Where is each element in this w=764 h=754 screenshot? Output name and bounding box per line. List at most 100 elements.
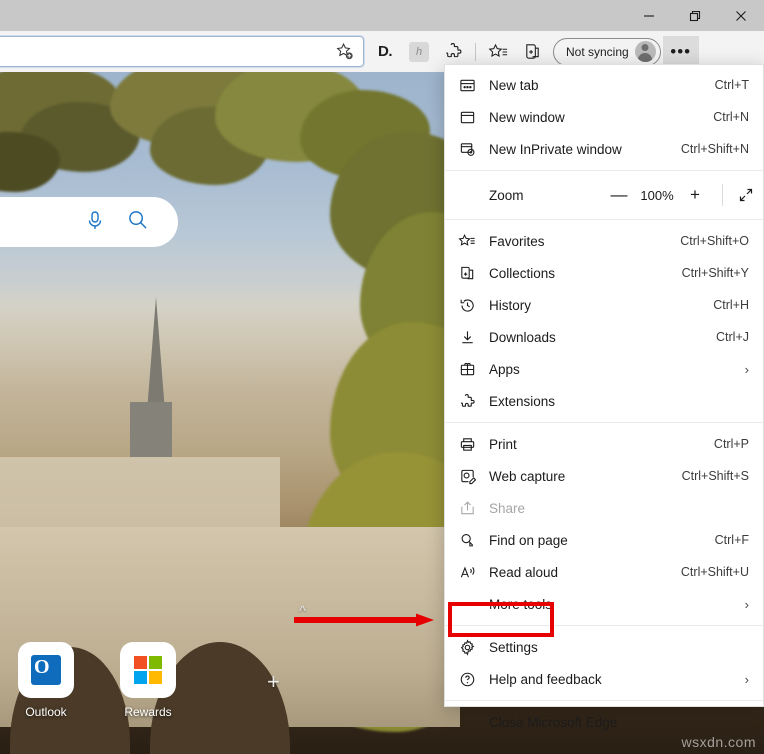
chevron-right-icon: › [745,672,749,687]
cathedral-tower [130,402,172,462]
profile-sync-status[interactable]: Not syncing [553,38,661,66]
menu-item-read-aloud[interactable]: Read aloud Ctrl+Shift+U [445,556,763,588]
chevron-right-icon: › [745,597,749,612]
zoom-label: Zoom [445,188,602,203]
menu-item-share: Share [445,492,763,524]
menu-item-shortcut: Ctrl+F [715,533,749,547]
edge-settings-menu: New tab Ctrl+T New window Ctrl+N New InP… [444,64,764,707]
menu-item-find-on-page[interactable]: Find on page Ctrl+F [445,524,763,556]
address-bar[interactable] [0,36,364,67]
menu-item-new-inprivate-window[interactable]: New InPrivate window Ctrl+Shift+N [445,133,763,165]
menu-item-shortcut: Ctrl+N [713,110,749,124]
history-clock-icon [445,297,489,314]
menu-item-label: New tab [489,78,715,93]
menu-item-label: New InPrivate window [489,142,681,157]
outlook-tile[interactable]: Outlook [18,642,74,719]
menu-item-close-microsoft-edge[interactable]: Close Microsoft Edge [445,706,763,738]
gear-icon [445,639,489,656]
menu-item-label: Downloads [489,330,716,345]
quick-link-tiles: Outlook Rewards [18,642,176,719]
microphone-icon[interactable] [85,209,105,236]
zoom-in-button[interactable]: + [678,185,712,205]
menu-item-collections[interactable]: Collections Ctrl+Shift+Y [445,257,763,289]
menu-divider [445,170,763,171]
printer-icon [445,436,489,453]
zoom-level-value: 100% [636,188,678,203]
menu-item-extensions[interactable]: Extensions [445,385,763,417]
menu-item-help-and-feedback[interactable]: Help and feedback › [445,663,763,695]
toolbar-divider [475,43,476,61]
dictionary-extension-icon[interactable]: D. [368,35,402,69]
new-window-icon [445,109,489,126]
close-icon[interactable] [718,0,764,31]
menu-item-label: New window [489,110,713,125]
chevron-right-icon: › [745,362,749,377]
menu-item-label: Print [489,437,714,452]
menu-item-new-window[interactable]: New window Ctrl+N [445,101,763,133]
menu-item-shortcut: Ctrl+Shift+Y [682,266,749,280]
menu-item-favorites[interactable]: Favorites Ctrl+Shift+O [445,225,763,257]
share-icon [445,500,489,517]
web-capture-icon [445,468,489,485]
menu-item-web-capture[interactable]: Web capture Ctrl+Shift+S [445,460,763,492]
add-favorite-star-icon[interactable] [335,42,355,62]
bing-search-box[interactable] [0,197,178,247]
hypothesis-extension-icon[interactable]: h [409,42,429,62]
read-aloud-icon [445,564,489,581]
menu-item-shortcut: Ctrl+Shift+N [681,142,749,156]
rewards-tile[interactable]: Rewards [120,642,176,719]
menu-item-more-tools[interactable]: More tools › [445,588,763,620]
settings-and-more-button[interactable]: ••• [663,36,699,68]
menu-item-label: Web capture [489,469,682,484]
menu-item-print[interactable]: Print Ctrl+P [445,428,763,460]
menu-item-shortcut: Ctrl+J [716,330,749,344]
menu-item-shortcut: Ctrl+P [714,437,749,451]
menu-item-label: History [489,298,713,313]
menu-item-label: Favorites [489,234,680,249]
menu-item-label: Read aloud [489,565,681,580]
menu-zoom-row: Zoom — 100% + [445,176,763,214]
menu-item-label: More tools [489,597,745,612]
menu-item-downloads[interactable]: Downloads Ctrl+J [445,321,763,353]
find-magnifier-icon [445,532,489,549]
outlook-icon [18,642,74,698]
restore-icon[interactable] [672,0,718,31]
tile-label: Rewards [124,705,171,719]
menu-item-label: Apps [489,362,745,377]
microsoft-logo-icon [120,642,176,698]
tile-label: Outlook [25,705,66,719]
profile-label: Not syncing [566,45,629,59]
menu-item-shortcut: Ctrl+H [713,298,749,312]
help-circle-icon [445,671,489,688]
collections-icon [445,265,489,282]
browser-window: D. h Not s [0,0,764,754]
menu-item-new-tab[interactable]: New tab Ctrl+T [445,69,763,101]
menu-divider [445,219,763,220]
add-tile-button[interactable]: + [267,669,280,695]
menu-item-label: Help and feedback [489,672,745,687]
menu-item-label: Collections [489,266,682,281]
apps-grid-icon [445,361,489,378]
inprivate-window-icon [445,141,489,158]
menu-item-history[interactable]: History Ctrl+H [445,289,763,321]
title-bar [0,0,764,31]
zoom-out-button[interactable]: — [602,185,636,205]
menu-item-shortcut: Ctrl+Shift+O [680,234,749,248]
menu-item-settings[interactable]: Settings [445,631,763,663]
menu-item-apps[interactable]: Apps › [445,353,763,385]
menu-divider [445,625,763,626]
annotation-arrow [294,613,434,627]
menu-item-label: Extensions [489,394,749,409]
search-icon[interactable] [127,209,148,235]
search-input[interactable] [0,41,329,63]
zoom-divider [722,184,723,206]
minimize-icon[interactable] [626,0,672,31]
avatar [635,41,656,62]
menu-divider [445,700,763,701]
menu-item-shortcut: Ctrl+Shift+U [681,565,749,579]
menu-item-label: Find on page [489,533,715,548]
fullscreen-icon[interactable] [729,187,763,203]
favorites-star-icon [445,233,489,250]
new-tab-icon [445,77,489,94]
menu-item-label: Share [489,501,749,516]
